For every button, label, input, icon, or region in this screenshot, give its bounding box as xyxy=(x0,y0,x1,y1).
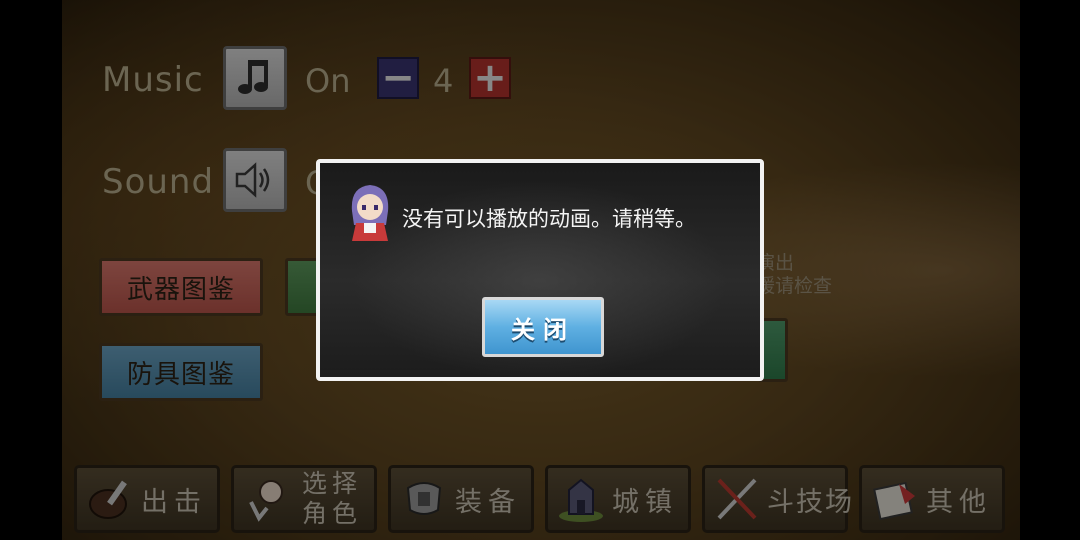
game-screen: Music On − 4 + Sound O 武器图鉴 防具图鉴 演出 缓请检查 xyxy=(0,0,1080,540)
no-animation-dialog: 没有可以播放的动画。请稍等。 关闭 xyxy=(316,159,764,381)
dialog-message: 没有可以播放的动画。请稍等。 xyxy=(402,207,696,231)
close-button[interactable]: 关闭 xyxy=(482,297,604,357)
character-avatar-icon xyxy=(346,181,394,243)
